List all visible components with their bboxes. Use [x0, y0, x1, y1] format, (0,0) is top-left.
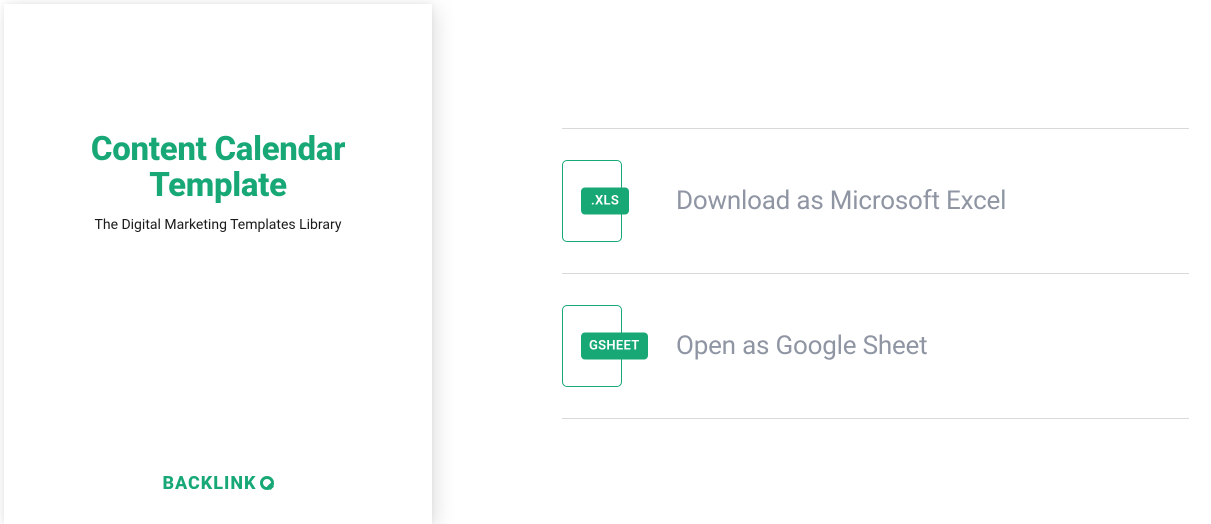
- file-icon: GSHEET: [562, 305, 622, 387]
- download-gsheet-label: Open as Google Sheet: [676, 331, 927, 361]
- file-icon: .XLS: [562, 160, 622, 242]
- download-gsheet-row[interactable]: GSHEET Open as Google Sheet: [562, 274, 1189, 418]
- right-panel: .XLS Download as Microsoft Excel GSHEET …: [440, 0, 1211, 524]
- backlinko-logo: BACKLINK: [4, 473, 432, 494]
- card-subtitle: The Digital Marketing Templates Library: [95, 217, 342, 233]
- card-title: Content Calendar Template: [91, 132, 345, 203]
- download-excel-row[interactable]: .XLS Download as Microsoft Excel: [562, 129, 1189, 273]
- logo-text: BACKLINK: [162, 473, 256, 494]
- page-layout: Content Calendar Template The Digital Ma…: [0, 0, 1211, 524]
- preview-card: Content Calendar Template The Digital Ma…: [4, 4, 432, 524]
- card-title-line1: Content Calendar: [91, 130, 345, 169]
- download-excel-label: Download as Microsoft Excel: [676, 186, 1006, 216]
- logo-search-icon: [260, 476, 274, 490]
- download-list: .XLS Download as Microsoft Excel GSHEET …: [562, 128, 1189, 419]
- divider: [562, 418, 1189, 419]
- gsheet-badge: GSHEET: [581, 333, 648, 360]
- card-title-line2: Template: [149, 166, 286, 205]
- left-panel: Content Calendar Template The Digital Ma…: [0, 0, 440, 524]
- xls-badge: .XLS: [581, 188, 629, 215]
